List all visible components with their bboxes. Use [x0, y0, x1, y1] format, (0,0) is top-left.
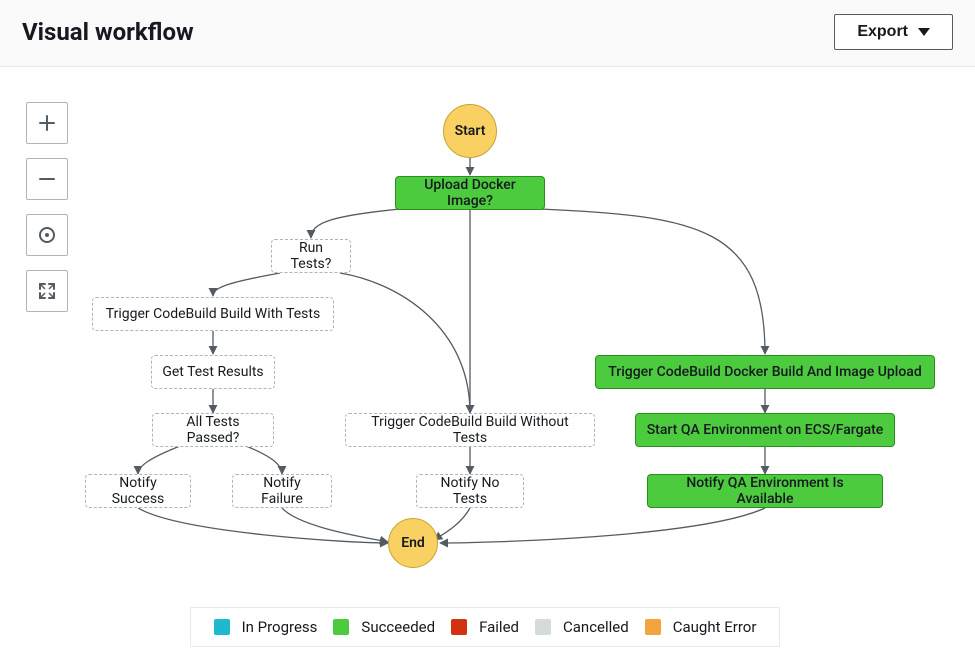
- node-notify-no-tests[interactable]: Notify No Tests: [416, 474, 524, 508]
- node-label: Start: [455, 123, 486, 139]
- legend-label: Failed: [479, 618, 519, 636]
- node-label: Trigger CodeBuild Build With Tests: [106, 306, 320, 322]
- node-end[interactable]: End: [388, 518, 438, 568]
- node-label: Upload Docker Image?: [406, 177, 534, 209]
- legend-item-cancelled: Cancelled: [535, 618, 629, 636]
- chevron-down-icon: [918, 28, 930, 36]
- header: Visual workflow Export: [0, 0, 975, 67]
- node-label: End: [401, 535, 425, 551]
- node-notify-failure[interactable]: Notify Failure: [232, 474, 332, 508]
- node-label: Notify No Tests: [427, 475, 513, 507]
- legend-swatch: [535, 619, 551, 635]
- status-legend: In Progress Succeeded Failed Cancelled C…: [190, 607, 780, 647]
- workflow-canvas[interactable]: Start Upload Docker Image? Run Tests? Tr…: [0, 78, 975, 662]
- legend-label: Caught Error: [673, 618, 757, 636]
- node-label: Start QA Environment on ECS/Fargate: [647, 422, 884, 438]
- node-run-tests[interactable]: Run Tests?: [271, 239, 351, 273]
- node-notify-qa-available[interactable]: Notify QA Environment Is Available: [647, 474, 883, 508]
- node-label: Trigger CodeBuild Build Without Tests: [356, 414, 584, 446]
- page-title: Visual workflow: [22, 18, 194, 46]
- node-get-test-results[interactable]: Get Test Results: [151, 355, 275, 389]
- node-label: Run Tests?: [282, 240, 340, 272]
- legend-item-in-progress: In Progress: [214, 618, 318, 636]
- legend-label: In Progress: [242, 618, 318, 636]
- node-label: Notify Failure: [243, 475, 321, 507]
- legend-swatch: [214, 619, 230, 635]
- legend-label: Succeeded: [361, 618, 435, 636]
- node-notify-success[interactable]: Notify Success: [85, 474, 191, 508]
- export-button-label: Export: [857, 23, 908, 41]
- legend-label: Cancelled: [563, 618, 629, 636]
- legend-swatch: [333, 619, 349, 635]
- legend-item-failed: Failed: [451, 618, 519, 636]
- node-label: Trigger CodeBuild Docker Build And Image…: [608, 364, 922, 380]
- node-upload-docker[interactable]: Upload Docker Image?: [395, 176, 545, 210]
- legend-item-caught-error: Caught Error: [645, 618, 757, 636]
- legend-item-succeeded: Succeeded: [333, 618, 435, 636]
- node-all-tests-passed[interactable]: All Tests Passed?: [152, 413, 274, 447]
- node-trigger-with-tests[interactable]: Trigger CodeBuild Build With Tests: [92, 297, 334, 331]
- node-label: All Tests Passed?: [163, 414, 263, 446]
- node-label: Notify Success: [96, 475, 180, 507]
- node-label: Get Test Results: [162, 364, 263, 380]
- node-trigger-docker-build[interactable]: Trigger CodeBuild Docker Build And Image…: [595, 355, 935, 389]
- node-start[interactable]: Start: [443, 104, 497, 158]
- legend-swatch: [645, 619, 661, 635]
- node-trigger-without-tests[interactable]: Trigger CodeBuild Build Without Tests: [345, 413, 595, 447]
- legend-swatch: [451, 619, 467, 635]
- export-button[interactable]: Export: [834, 14, 953, 50]
- node-start-qa-env[interactable]: Start QA Environment on ECS/Fargate: [635, 413, 895, 447]
- node-label: Notify QA Environment Is Available: [658, 475, 872, 507]
